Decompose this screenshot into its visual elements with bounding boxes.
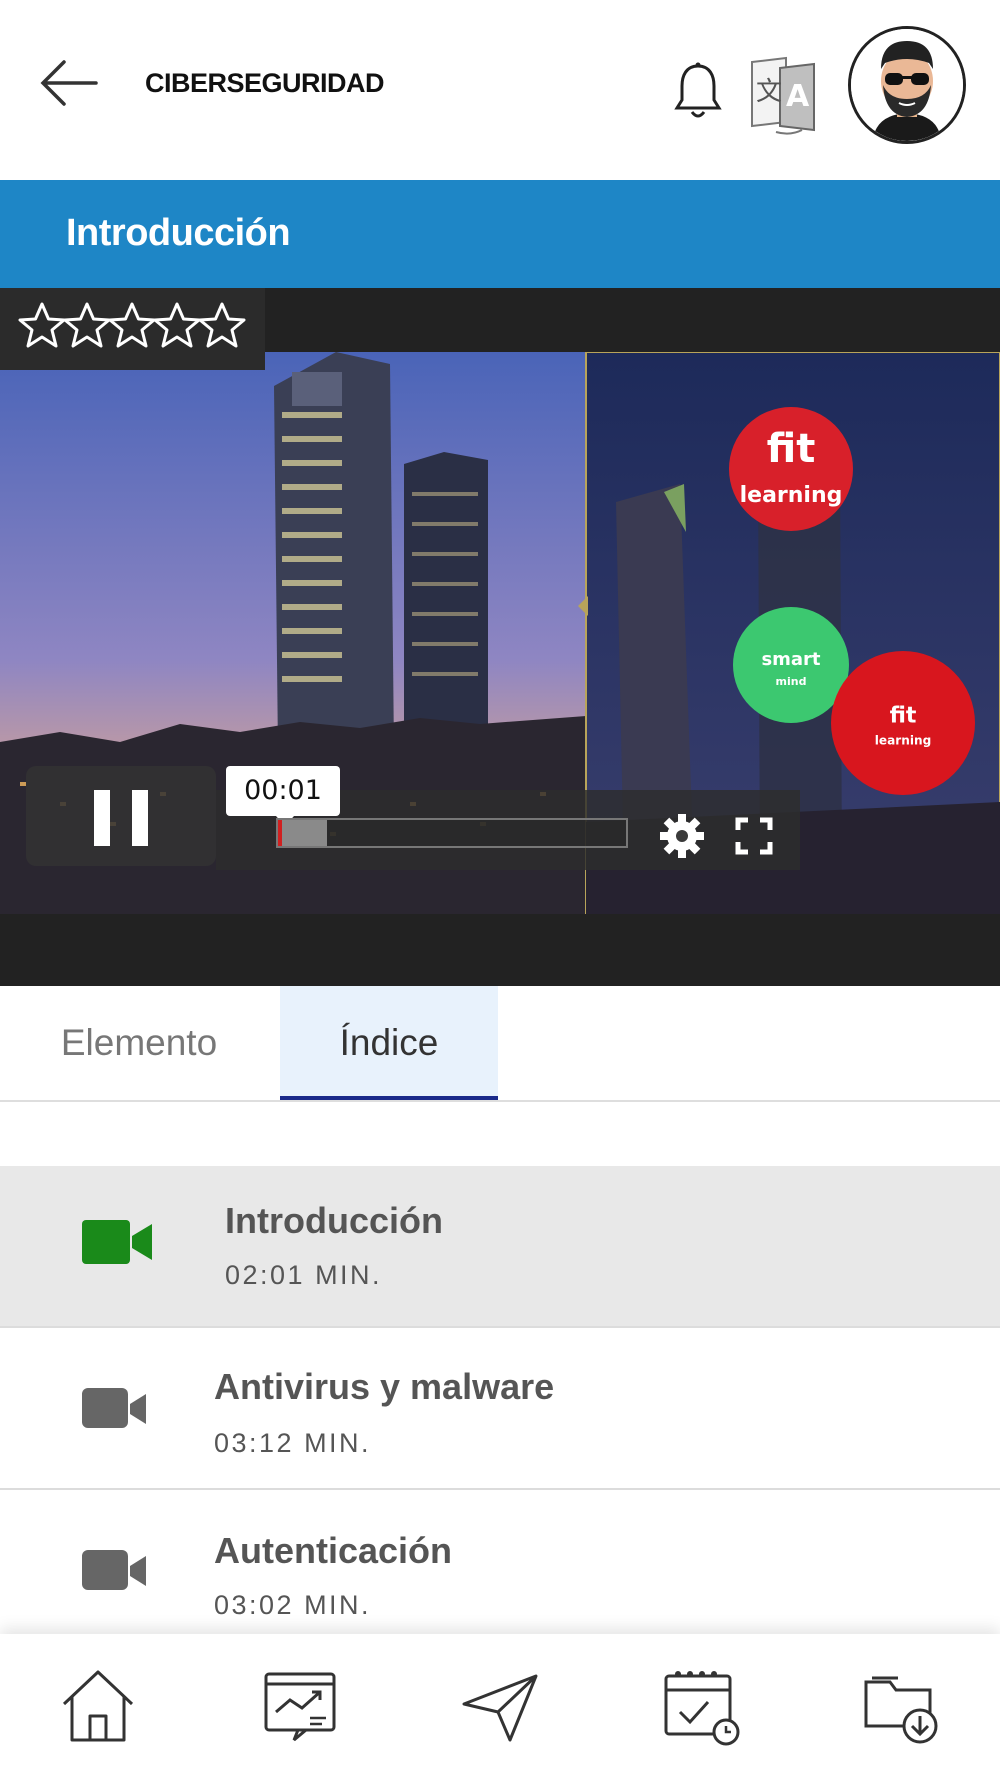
item-duration: 03:12 MIN.	[214, 1428, 372, 1458]
video-player[interactable]: fit learning smart mind fit learning 00:01	[0, 288, 1000, 986]
avatar[interactable]	[848, 26, 966, 144]
svg-text:文: 文	[756, 77, 782, 107]
downloads-folder-icon[interactable]	[860, 1664, 944, 1748]
calendar-icon[interactable]	[660, 1664, 744, 1748]
progress-bar[interactable]	[276, 818, 628, 848]
home-icon[interactable]	[56, 1664, 140, 1748]
star-icon	[198, 302, 246, 348]
list-item[interactable]: Antivirus y malware 03:12 MIN.	[0, 1328, 1000, 1490]
fit-learning-logo-2: fit learning	[830, 650, 976, 796]
item-title: Autenticación	[214, 1530, 453, 1571]
tab-bar: Elemento Índice	[0, 986, 1000, 1102]
star-icon	[18, 302, 66, 348]
list-item[interactable]: Autenticación 03:02 MIN.	[0, 1490, 1000, 1634]
fit-learning-logo: fit learning	[728, 406, 854, 532]
video-camera-icon	[82, 1218, 154, 1266]
dashboard-icon[interactable]	[258, 1664, 342, 1748]
tab-elemento[interactable]: Elemento	[22, 986, 256, 1100]
star-icon	[153, 302, 201, 348]
back-arrow-icon[interactable]	[38, 58, 100, 108]
progress-fill	[278, 820, 327, 846]
svg-text:A: A	[786, 79, 810, 114]
star-icon	[63, 302, 111, 348]
translate-icon[interactable]: 文 A	[746, 54, 820, 136]
pause-button[interactable]	[26, 766, 216, 866]
settings-gear-icon[interactable]	[658, 812, 706, 860]
bottom-nav	[0, 1634, 1000, 1778]
item-title: Introducción	[225, 1200, 443, 1241]
progress-playhead[interactable]	[278, 820, 282, 846]
star-icon	[108, 302, 156, 348]
rating-stars[interactable]	[0, 288, 265, 370]
bell-icon[interactable]	[672, 60, 724, 122]
send-icon[interactable]	[458, 1664, 542, 1748]
item-title: Antivirus y malware	[214, 1366, 555, 1407]
video-camera-icon	[82, 1548, 154, 1596]
video-camera-icon	[82, 1386, 154, 1434]
lesson-title-bar: Introducción	[0, 180, 1000, 288]
pause-icon	[94, 790, 148, 846]
item-duration: 03:02 MIN.	[214, 1590, 372, 1620]
app-header: CIBERSEGURIDAD 文 A	[0, 0, 1000, 178]
item-duration: 02:01 MIN.	[225, 1260, 383, 1290]
time-tooltip: 00:01	[226, 766, 340, 826]
fullscreen-icon[interactable]	[734, 816, 774, 856]
list-item[interactable]: Introducción 02:01 MIN.	[0, 1166, 1000, 1328]
lesson-title: Introducción	[66, 212, 291, 254]
page-title: CIBERSEGURIDAD	[145, 68, 385, 98]
tab-indice[interactable]: Índice	[280, 986, 498, 1100]
